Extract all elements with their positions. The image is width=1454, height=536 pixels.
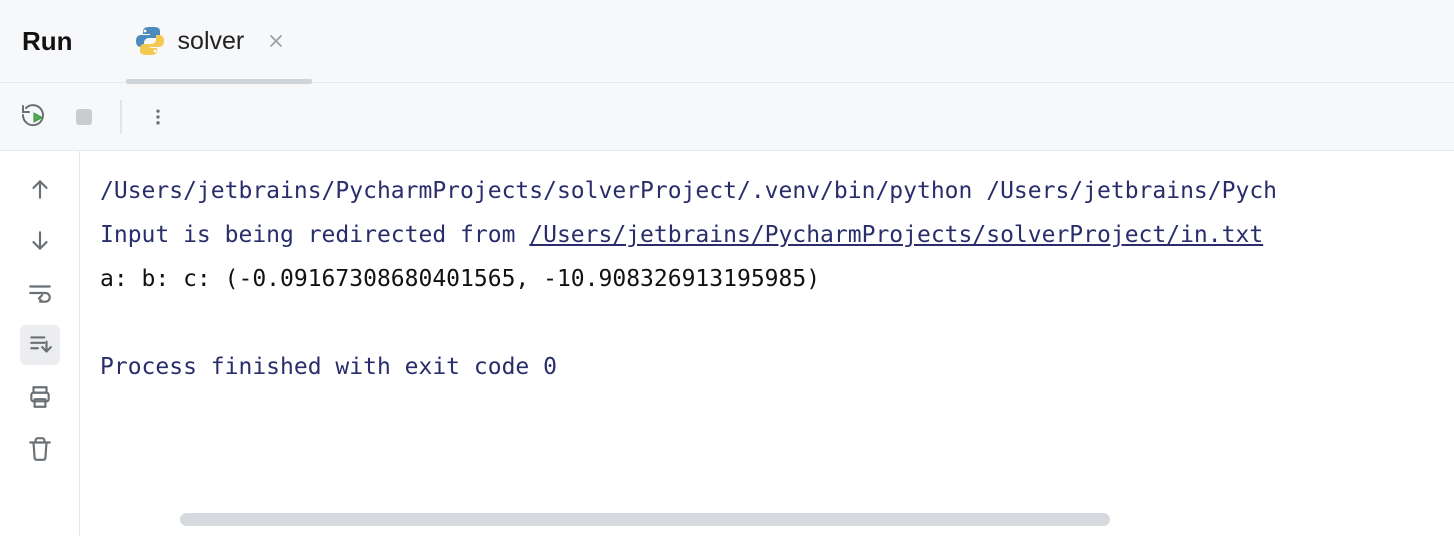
gutter	[0, 151, 80, 536]
console-line-exit: Process finished with exit code 0	[100, 354, 557, 380]
horizontal-scrollbar[interactable]	[180, 513, 1110, 526]
trash-button[interactable]	[20, 429, 60, 469]
more-button[interactable]	[140, 99, 176, 135]
close-icon[interactable]	[266, 31, 286, 51]
console-output[interactable]: /Users/jetbrains/PycharmProjects/solverP…	[80, 151, 1454, 536]
console-link[interactable]: /Users/jetbrains/PycharmProjects/solverP…	[529, 222, 1263, 248]
console-line-output: a: b: c: (-0.09167308680401565, -10.9083…	[100, 266, 820, 292]
tab-solver[interactable]: solver	[128, 0, 293, 83]
panel-title: Run	[22, 26, 73, 57]
console-line-cmd: /Users/jetbrains/PycharmProjects/solverP…	[100, 178, 1277, 204]
tab-underline	[126, 79, 313, 84]
print-button[interactable]	[20, 377, 60, 417]
tab-title: solver	[178, 27, 245, 56]
arrow-up-button[interactable]	[20, 169, 60, 209]
python-icon	[134, 25, 166, 57]
toolbar-divider	[120, 100, 122, 134]
stop-button[interactable]	[66, 99, 102, 135]
body: /Users/jetbrains/PycharmProjects/solverP…	[0, 151, 1454, 536]
rerun-button[interactable]	[16, 99, 52, 135]
soft-wrap-button[interactable]	[20, 273, 60, 313]
console-line-redirect-prefix: Input is being redirected from	[100, 222, 529, 248]
scroll-to-end-button[interactable]	[20, 325, 60, 365]
arrow-down-button[interactable]	[20, 221, 60, 261]
tabbar: Run solver	[0, 0, 1454, 83]
toolbar	[0, 83, 1454, 151]
run-tool-window: Run solver	[0, 0, 1454, 536]
